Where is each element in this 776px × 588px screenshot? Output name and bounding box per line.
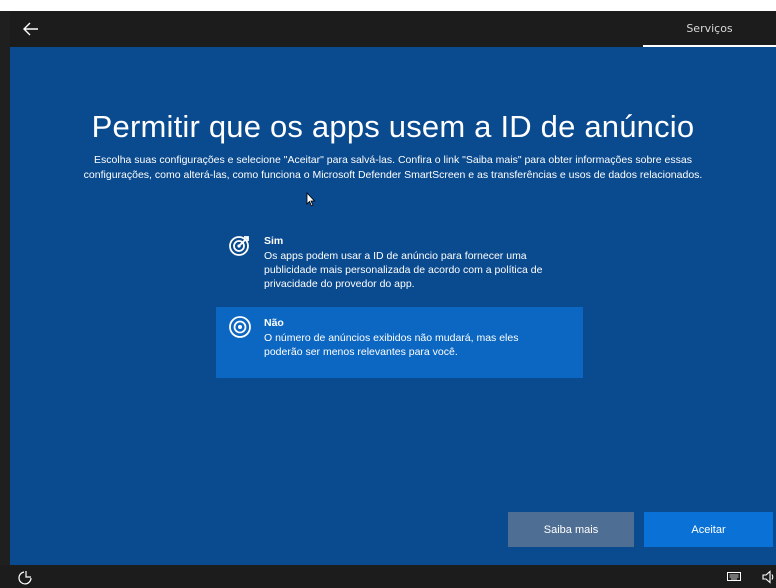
volume-icon[interactable] <box>762 570 776 584</box>
option-yes-description: Os apps podem usar a ID de anúncio para … <box>264 249 571 291</box>
keyboard-icon[interactable] <box>727 572 741 581</box>
back-button[interactable] <box>18 17 44 41</box>
learn-more-button[interactable]: Saiba mais <box>508 512 634 547</box>
target-icon <box>229 316 251 338</box>
page-subtitle: Escolha suas configurações e selecione "… <box>30 153 756 183</box>
option-yes-desc-line-3: privacidade do provedor do app. <box>264 278 415 290</box>
page-title: Permitir que os apps usem a ID de anúnci… <box>91 109 695 144</box>
option-yes-desc-line-2: publicidade mais personalizada de acordo… <box>264 264 543 276</box>
mouse-cursor-icon <box>306 192 316 207</box>
subtitle-line-1: Escolha suas configurações e selecione "… <box>94 154 692 166</box>
option-yes-desc-line-1: Os apps podem usar a ID de anúncio para … <box>264 250 527 262</box>
top-bar: Serviços <box>10 11 776 47</box>
option-no-desc-line-1: O número de anúncios exibidos não mudará… <box>264 332 519 344</box>
window-frame-top <box>0 0 776 11</box>
ease-of-access-icon[interactable] <box>18 569 34 585</box>
option-no-title: Não <box>264 317 284 329</box>
option-no-desc-line-2: poderão ser menos relevantes para você. <box>264 346 458 358</box>
subtitle-line-2: configurações, como alterá-las, como fun… <box>83 169 703 181</box>
arrow-left-icon <box>23 22 38 36</box>
option-no-description: O número de anúncios exibidos não mudará… <box>264 331 571 359</box>
option-yes[interactable]: Sim Os apps podem usar a ID de anúncio p… <box>216 225 583 301</box>
option-no[interactable]: Não O número de anúncios exibidos não mu… <box>216 307 583 378</box>
tab-services[interactable]: Serviços <box>643 11 776 47</box>
option-yes-title: Sim <box>264 235 284 247</box>
accept-button[interactable]: Aceitar <box>644 512 773 547</box>
bottom-bar <box>0 565 776 588</box>
tab-services-label: Serviços <box>686 21 733 35</box>
main-panel: Permitir que os apps usem a ID de anúnci… <box>10 47 776 565</box>
target-arrow-icon <box>229 236 249 256</box>
